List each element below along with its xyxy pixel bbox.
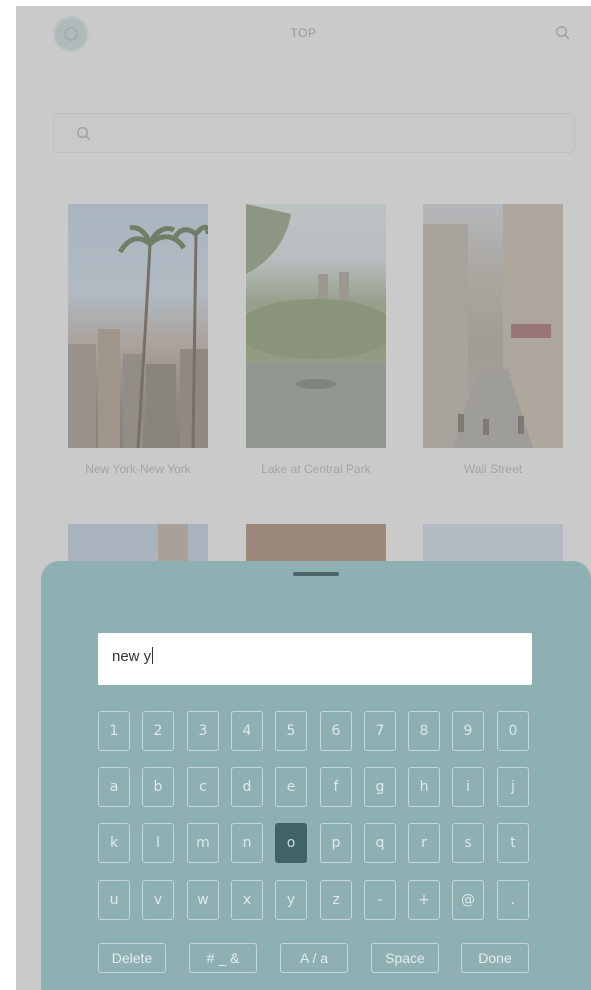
key-p[interactable]: p [320,823,352,863]
key-i[interactable]: i [452,767,484,807]
key-9[interactable]: 9 [452,711,484,751]
key-z[interactable]: z [320,880,352,920]
text-caret [152,647,154,664]
delete-key[interactable]: Delete [98,943,166,973]
symbols-key[interactable]: # _ & [189,943,257,973]
app-screen: TOP New York-New York Lake at Central Pa… [16,6,591,990]
key-s[interactable]: s [452,823,484,863]
key-n[interactable]: n [231,823,263,863]
key-g[interactable]: g [364,767,396,807]
key-k[interactable]: k [98,823,130,863]
key-b[interactable]: b [142,767,174,807]
key-1[interactable]: 1 [98,711,130,751]
key-x[interactable]: x [231,880,263,920]
key-u[interactable]: u [98,880,130,920]
key--[interactable]: - [364,880,396,920]
key-r[interactable]: r [408,823,440,863]
key-q[interactable]: q [364,823,396,863]
key-@[interactable]: @ [452,880,484,920]
key-d[interactable]: d [231,767,263,807]
search-text-field[interactable]: new y [98,633,532,685]
key-v[interactable]: v [142,880,174,920]
key-.[interactable]: . [497,880,529,920]
keyboard-sheet: new y 1234567890 abcdefghij klmnopqrst uvwx… [41,561,591,990]
key-e[interactable]: e [275,767,307,807]
key-w[interactable]: w [187,880,219,920]
sheet-drag-handle[interactable] [293,572,339,576]
key-j[interactable]: j [497,767,529,807]
key-f[interactable]: f [320,767,352,807]
done-key[interactable]: Done [461,943,529,973]
key-8[interactable]: 8 [408,711,440,751]
key-6[interactable]: 6 [320,711,352,751]
search-text-value: new y [112,648,152,665]
key-t[interactable]: t [497,823,529,863]
key-0[interactable]: 0 [497,711,529,751]
key-7[interactable]: 7 [364,711,396,751]
key-3[interactable]: 3 [187,711,219,751]
key-l[interactable]: l [142,823,174,863]
key-5[interactable]: 5 [275,711,307,751]
key-2[interactable]: 2 [142,711,174,751]
key-c[interactable]: c [187,767,219,807]
key-h[interactable]: h [408,767,440,807]
key-4[interactable]: 4 [231,711,263,751]
key-a[interactable]: a [98,767,130,807]
space-key[interactable]: Space [371,943,439,973]
key-+[interactable]: + [408,880,440,920]
case-toggle-key[interactable]: A / a [280,943,348,973]
key-y[interactable]: y [275,880,307,920]
key-m[interactable]: m [187,823,219,863]
key-o[interactable]: o [275,823,307,863]
